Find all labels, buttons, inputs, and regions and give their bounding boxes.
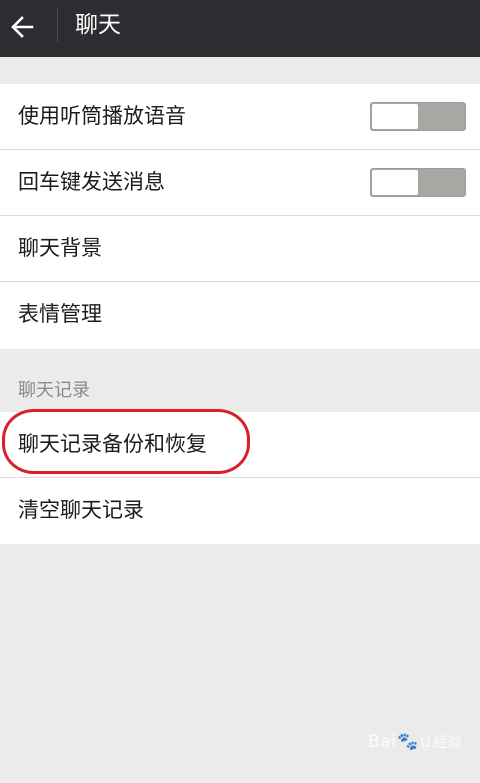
chat-records-backup-restore[interactable]: 聊天记录备份和恢复 [0,412,480,478]
watermark-brand-tail: u [419,732,432,752]
baidu-watermark: Bai🐾u 经验 [368,732,462,752]
page-title: 聊天 [75,12,121,38]
watermark-brand: Bai [368,732,397,752]
setting-label: 聊天背景 [18,236,102,260]
chat-records-group: 聊天记录备份和恢复 清空聊天记录 [0,412,480,544]
toggle-knob [372,170,418,195]
setting-row-chat-background[interactable]: 聊天背景 [0,216,480,282]
watermark-sub: 经验 [433,735,463,751]
setting-label: 回车键发送消息 [18,170,165,194]
setting-row-emoji-management[interactable]: 表情管理 [0,282,480,348]
paw-icon: 🐾 [397,732,419,752]
enter-send-toggle[interactable] [370,168,466,197]
clear-chat-records[interactable]: 清空聊天记录 [0,478,480,544]
chat-records-section-title: 聊天记录 [18,380,90,401]
setting-label: 表情管理 [18,302,102,326]
arrow-left-icon [11,16,34,38]
setting-row-earpiece[interactable]: 使用听筒播放语音 [0,84,480,150]
earpiece-toggle[interactable] [370,102,466,131]
setting-label: 清空聊天记录 [18,498,144,522]
setting-label: 使用听筒播放语音 [18,104,186,128]
back-button[interactable] [0,0,52,57]
title-bar: 聊天 [0,0,480,57]
toggle-knob [372,104,418,129]
chat-settings-group: 使用听筒播放语音 回车键发送消息 聊天背景 表情管理 [0,84,480,349]
setting-label: 聊天记录备份和恢复 [18,432,207,456]
title-divider [57,8,58,42]
setting-row-enter-send[interactable]: 回车键发送消息 [0,150,480,216]
